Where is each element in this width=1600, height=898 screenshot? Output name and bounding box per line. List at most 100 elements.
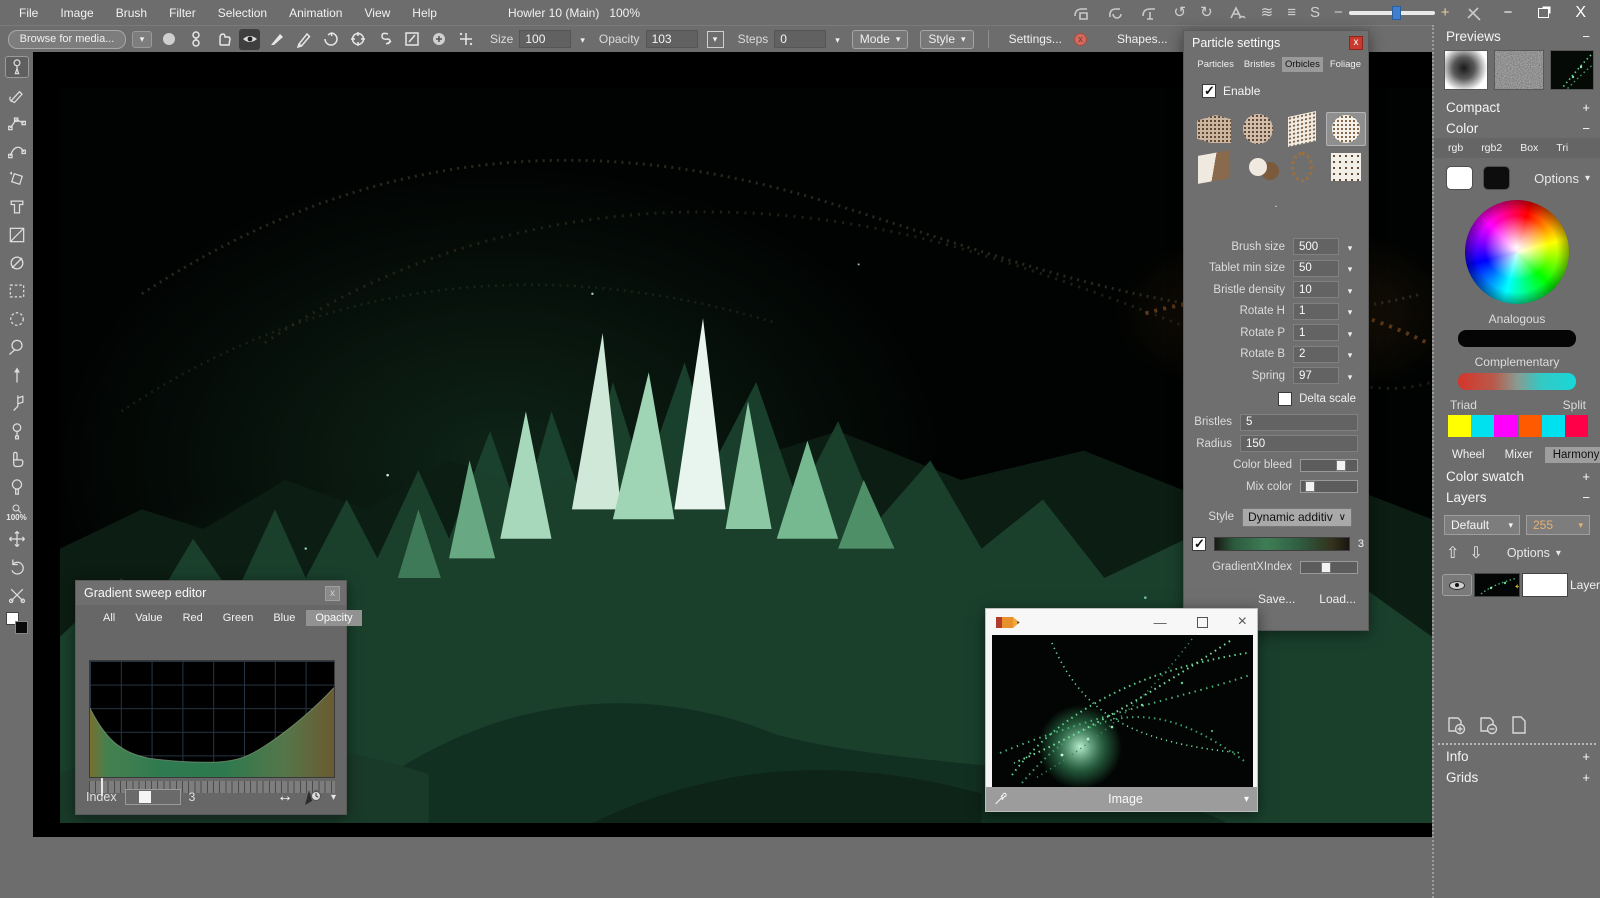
pencil-icon[interactable] bbox=[293, 29, 314, 50]
rotate-h-input[interactable]: 1 bbox=[1293, 303, 1339, 320]
tab-foliage[interactable]: Foliage bbox=[1327, 57, 1364, 72]
add-layer-icon[interactable] bbox=[1446, 715, 1468, 735]
image-source-dropdown[interactable]: Image bbox=[1007, 792, 1244, 806]
gradient-x-index-handle[interactable] bbox=[1321, 562, 1331, 573]
split-swatch-3[interactable] bbox=[1565, 415, 1588, 437]
color-options-dropdown[interactable]: Options bbox=[1534, 171, 1590, 186]
steps-input[interactable]: 0 bbox=[774, 30, 826, 48]
rotate-b-dropdown-icon[interactable] bbox=[1342, 347, 1358, 361]
compact-header[interactable]: Compact+ bbox=[1434, 96, 1600, 117]
menu-animation[interactable]: Animation bbox=[278, 6, 353, 20]
orbicle-preset-5[interactable] bbox=[1194, 150, 1234, 184]
bristles-input[interactable]: 5 bbox=[1240, 414, 1358, 431]
spring-input[interactable]: 97 bbox=[1293, 367, 1339, 384]
bezier-path-icon[interactable] bbox=[185, 29, 206, 50]
particle-panel-title[interactable]: Particle settings bbox=[1184, 31, 1368, 55]
bristle-density-dropdown-icon[interactable] bbox=[1342, 283, 1358, 297]
image-window-canvas[interactable] bbox=[992, 635, 1253, 787]
point-hand-tool[interactable] bbox=[5, 448, 29, 470]
tablet-min-size-input[interactable]: 50 bbox=[1293, 260, 1339, 277]
split-swatch-1[interactable] bbox=[1519, 415, 1542, 437]
radius-input[interactable]: 150 bbox=[1240, 435, 1358, 452]
orbicle-preset-3[interactable] bbox=[1282, 112, 1322, 146]
size-input[interactable]: 100 bbox=[519, 30, 571, 48]
minimize-button[interactable]: − bbox=[1504, 4, 1513, 21]
image-window-maximize[interactable] bbox=[1197, 617, 1208, 628]
index-slider[interactable] bbox=[125, 789, 181, 805]
redo-icon[interactable]: ↻ bbox=[1200, 5, 1213, 20]
tablet-min-size-dropdown-icon[interactable] bbox=[1342, 261, 1358, 275]
footer-dropdown-icon[interactable]: ▾ bbox=[331, 792, 336, 803]
image-window-close[interactable]: × bbox=[1238, 613, 1247, 631]
lasso-tool[interactable] bbox=[5, 336, 29, 358]
split-swatch-2[interactable] bbox=[1542, 415, 1565, 437]
stroke-preview-thumb[interactable] bbox=[1550, 50, 1594, 90]
opacity-input[interactable]: 103 bbox=[646, 30, 698, 48]
knife-tool-icon[interactable] bbox=[1464, 4, 1484, 22]
menu-filter[interactable]: Filter bbox=[158, 6, 207, 20]
image-window-titlebar[interactable]: — × bbox=[986, 609, 1257, 635]
complementary-bar[interactable] bbox=[1458, 373, 1576, 390]
edit-box-icon[interactable] bbox=[401, 29, 422, 50]
brush-preview-thumb[interactable] bbox=[1444, 50, 1488, 90]
steps-dropdown-icon[interactable] bbox=[835, 32, 840, 46]
menu-image[interactable]: Image bbox=[49, 6, 104, 20]
mix-color-handle[interactable] bbox=[1305, 481, 1315, 492]
ui-zoom-slider[interactable]: − + bbox=[1334, 5, 1450, 20]
triad-swatch-3[interactable] bbox=[1494, 415, 1517, 437]
particle-panel-close-icon[interactable]: x bbox=[1349, 36, 1363, 50]
pan-tool[interactable] bbox=[5, 528, 29, 550]
opacity-spinner[interactable] bbox=[707, 31, 724, 48]
pin-up-tool[interactable] bbox=[5, 364, 29, 386]
clamp-rotate-icon[interactable] bbox=[1106, 4, 1126, 22]
shapes-button[interactable]: Shapes... bbox=[1111, 32, 1174, 46]
brush-tip-tool[interactable] bbox=[5, 56, 29, 78]
delta-scale-checkbox[interactable] bbox=[1278, 392, 1292, 406]
crosshair-plus-icon[interactable] bbox=[455, 29, 476, 50]
clamp-pin-icon[interactable] bbox=[1140, 4, 1160, 22]
tab-particles[interactable]: Particles bbox=[1194, 57, 1236, 72]
s-curve-icon[interactable]: S bbox=[1310, 5, 1320, 20]
orbicle-preset-2[interactable] bbox=[1238, 112, 1278, 146]
clamp-tool-icon[interactable] bbox=[1072, 4, 1092, 22]
rect-select-tool[interactable] bbox=[5, 280, 29, 302]
thumb-tool-icon[interactable] bbox=[212, 29, 233, 50]
ellipse-select-tool[interactable] bbox=[5, 308, 29, 330]
tab-harmony[interactable]: Harmony bbox=[1545, 447, 1600, 463]
enable-checkbox[interactable] bbox=[1202, 84, 1216, 98]
layer-link-arrow-icon[interactable]: ↔ bbox=[1512, 576, 1520, 594]
image-window-minimize[interactable]: — bbox=[1154, 615, 1167, 630]
tab-mixer[interactable]: Mixer bbox=[1497, 447, 1541, 463]
tab-box[interactable]: Box bbox=[1512, 140, 1546, 156]
color-bleed-slider[interactable] bbox=[1300, 459, 1358, 472]
layer-opacity-dropdown[interactable]: 255 bbox=[1526, 515, 1590, 535]
swap-arrows-icon[interactable]: ↔ bbox=[277, 788, 293, 806]
color-header[interactable]: Color− bbox=[1434, 117, 1600, 138]
remove-layer-icon[interactable] bbox=[1478, 715, 1500, 735]
color-swatch-header[interactable]: Color swatch+ bbox=[1434, 465, 1600, 486]
gradient-preview-bar[interactable] bbox=[1214, 537, 1350, 551]
orbicle-preset-1[interactable] bbox=[1194, 112, 1234, 146]
settings-close-badge[interactable]: x bbox=[1074, 33, 1087, 46]
squiggle-icon[interactable]: ≋ bbox=[1261, 5, 1274, 20]
pen-timer-icon[interactable] bbox=[301, 788, 323, 806]
dropper-pin-tool[interactable] bbox=[5, 420, 29, 442]
color-collapse-icon[interactable]: − bbox=[1582, 121, 1590, 136]
size-dropdown-icon[interactable] bbox=[580, 32, 585, 46]
fg-bg-swatch[interactable] bbox=[6, 612, 28, 634]
save-button[interactable]: Save... bbox=[1258, 592, 1295, 606]
brush-size-input[interactable]: 500 bbox=[1293, 238, 1339, 255]
layer-down-icon[interactable]: ⇩ bbox=[1469, 543, 1482, 563]
orbicle-preset-6[interactable] bbox=[1238, 150, 1278, 184]
opacity-curve-editor[interactable] bbox=[89, 660, 335, 778]
zoom-in-icon[interactable]: + bbox=[1441, 5, 1450, 20]
gradient-enable-checkbox[interactable] bbox=[1192, 537, 1206, 551]
index-slider-handle[interactable] bbox=[139, 791, 151, 803]
browse-media-dropdown[interactable] bbox=[132, 31, 152, 48]
pen-filled-icon[interactable] bbox=[266, 29, 287, 50]
image-source-dropdown-icon[interactable]: ▾ bbox=[1244, 794, 1249, 805]
bristle-density-input[interactable]: 10 bbox=[1293, 281, 1339, 298]
secondary-color-swatch[interactable] bbox=[1483, 166, 1510, 190]
tab-value[interactable]: Value bbox=[126, 610, 171, 626]
curve-tool[interactable] bbox=[5, 140, 29, 162]
